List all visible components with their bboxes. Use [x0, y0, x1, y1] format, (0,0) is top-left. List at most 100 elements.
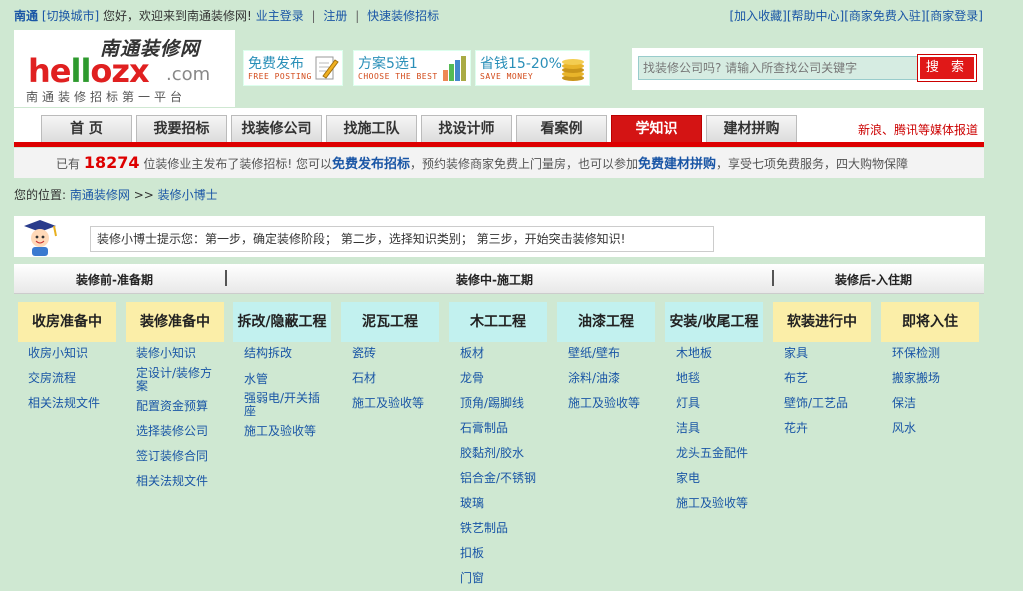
nav-tab-find-team[interactable]: 找施工队	[326, 115, 417, 142]
knowledge-link[interactable]: 施工及验收等	[244, 425, 324, 438]
promo-choose-best[interactable]: 方案5选1 CHOOSE THE BEST	[353, 50, 471, 86]
knowledge-link[interactable]: 环保检测	[892, 347, 972, 360]
nav-tab-cases[interactable]: 看案例	[516, 115, 607, 142]
doctor-mascot-icon	[24, 220, 57, 256]
category-renovation-prep[interactable]: 装修准备中	[126, 302, 224, 342]
knowledge-link[interactable]: 家电	[676, 472, 756, 485]
knowledge-link[interactable]: 板材	[460, 347, 540, 360]
knowledge-link[interactable]: 壁纸/壁布	[568, 347, 648, 360]
search-input[interactable]: 找装修公司吗? 请输入所查找公司关键字	[638, 56, 918, 80]
greeting-text: 您好，欢迎来到南通装修网!	[103, 9, 252, 23]
category-installation[interactable]: 安装/收尾工程	[665, 302, 763, 342]
promo-subtitle: CHOOSE THE BEST	[358, 72, 438, 81]
site-logo[interactable]: 南通装修网 hellozx .com 南通装修招标第一平台	[14, 30, 235, 107]
register-link[interactable]: 注册	[323, 9, 347, 23]
knowledge-link[interactable]: 胶黏剂/胶水	[460, 447, 540, 460]
knowledge-link[interactable]: 石膏制品	[460, 422, 540, 435]
category-soft-decoration[interactable]: 软装进行中	[773, 302, 871, 342]
category-moving-in[interactable]: 即将入住	[881, 302, 979, 342]
nav-tab-learn[interactable]: 学知识	[611, 115, 702, 142]
main-nav: 首 页 我要招标 找装修公司 找施工队 找设计师 看案例 学知识 建材拼购 新浪…	[14, 108, 984, 147]
category-masonry[interactable]: 泥瓦工程	[341, 302, 439, 342]
owner-login-link[interactable]: 业主登录	[256, 9, 304, 23]
bar-chart-icon	[443, 56, 466, 81]
logo-domain: .com	[166, 64, 211, 85]
knowledge-link[interactable]: 收房小知识	[28, 347, 108, 360]
knowledge-link[interactable]: 相关法规文件	[28, 397, 108, 410]
knowledge-link[interactable]: 施工及验收等	[352, 397, 432, 410]
knowledge-link[interactable]: 石材	[352, 372, 432, 385]
pencil-paper-icon	[315, 56, 339, 80]
promo-free-posting[interactable]: 免费发布 FREE POSTING	[243, 50, 343, 86]
knowledge-link[interactable]: 洁具	[676, 422, 756, 435]
nav-tab-find-designer[interactable]: 找设计师	[421, 115, 512, 142]
knowledge-link[interactable]: 保洁	[892, 397, 972, 410]
knowledge-link[interactable]: 瓷砖	[352, 347, 432, 360]
knowledge-link[interactable]: 壁饰/工艺品	[784, 397, 864, 410]
nav-tab-tender[interactable]: 我要招标	[136, 115, 227, 142]
knowledge-link[interactable]: 龙头五金配件	[676, 447, 766, 460]
knowledge-link[interactable]: 布艺	[784, 372, 864, 385]
knowledge-link[interactable]: 风水	[892, 422, 972, 435]
switch-city-link[interactable]: [切换城市]	[42, 9, 99, 23]
search-button[interactable]: 搜 索	[917, 54, 977, 82]
knowledge-link[interactable]: 配置资金预算	[136, 400, 216, 413]
knowledge-link[interactable]: 木地板	[676, 347, 756, 360]
knowledge-link[interactable]: 强弱电/开关插座	[244, 392, 324, 418]
nav-tab-home[interactable]: 首 页	[41, 115, 132, 142]
tip-bar: 装修小博士提示您：第一步，确定装修阶段； 第二步，选择知识类别； 第三步，开始突…	[14, 216, 985, 257]
category-carpentry[interactable]: 木工工程	[449, 302, 547, 342]
knowledge-link[interactable]: 施工及验收等	[568, 397, 648, 410]
knowledge-link[interactable]: 家具	[784, 347, 864, 360]
breadcrumb-current[interactable]: 装修小博士	[158, 188, 218, 202]
promo-save-money[interactable]: 省钱15-20% SAVE MONEY	[475, 50, 590, 86]
merchant-login-link[interactable]: [商家登录]	[926, 9, 983, 23]
category-painting[interactable]: 油漆工程	[557, 302, 655, 342]
logo-en-name: hellozx	[28, 52, 150, 90]
top-bar: 南通 [切换城市] 您好，欢迎来到南通装修网! 业主登录 | 注册 | 快速装修…	[14, 9, 983, 23]
knowledge-link[interactable]: 定设计/装修方案	[136, 367, 216, 393]
knowledge-link[interactable]: 水管	[244, 373, 324, 386]
knowledge-link[interactable]: 门窗	[460, 572, 540, 585]
knowledge-link[interactable]: 铁艺制品	[460, 522, 540, 535]
phase-after[interactable]: 装修后-入住期	[835, 271, 912, 288]
knowledge-link[interactable]: 涂料/油漆	[568, 372, 648, 385]
tip-text: 装修小博士提示您：第一步，确定装修阶段； 第二步，选择知识类别； 第三步，开始突…	[90, 226, 714, 252]
help-center-link[interactable]: [帮助中心]	[787, 9, 844, 23]
knowledge-link[interactable]: 装修小知识	[136, 347, 216, 360]
knowledge-link[interactable]: 龙骨	[460, 372, 540, 385]
phase-during[interactable]: 装修中-施工期	[456, 271, 533, 288]
phase-before[interactable]: 装修前-准备期	[76, 271, 153, 288]
quick-tender-link[interactable]: 快速装修招标	[367, 9, 439, 23]
knowledge-link[interactable]: 施工及验收等	[676, 497, 756, 510]
search-area: 找装修公司吗? 请输入所查找公司关键字 搜 索	[632, 48, 983, 90]
knowledge-link[interactable]: 花卉	[784, 422, 864, 435]
free-posting-link[interactable]: 免费发布招标	[332, 157, 410, 172]
tender-count: 18274	[83, 153, 140, 172]
category-demolition[interactable]: 拆改/隐蔽工程	[233, 302, 331, 342]
add-favorite-link[interactable]: [加入收藏]	[730, 9, 787, 23]
free-group-buy-link[interactable]: 免费建材拼购	[638, 157, 716, 172]
media-report-link[interactable]: 新浪、腾讯等媒体报道	[858, 121, 978, 138]
knowledge-link[interactable]: 顶角/踢脚线	[460, 397, 540, 410]
category-house-receipt[interactable]: 收房准备中	[18, 302, 116, 342]
merchant-join-link[interactable]: [商家免费入驻]	[844, 9, 925, 23]
current-city: 南通	[14, 9, 39, 23]
nav-tab-group-buy[interactable]: 建材拼购	[706, 115, 797, 142]
knowledge-link[interactable]: 选择装修公司	[136, 425, 216, 438]
nav-tab-find-company[interactable]: 找装修公司	[231, 115, 322, 142]
knowledge-link[interactable]: 地毯	[676, 372, 756, 385]
knowledge-link[interactable]: 玻璃	[460, 497, 540, 510]
knowledge-link[interactable]: 交房流程	[28, 372, 108, 385]
knowledge-link[interactable]: 搬家搬场	[892, 372, 972, 385]
promo-subtitle: SAVE MONEY	[480, 72, 534, 81]
knowledge-link[interactable]: 相关法规文件	[136, 475, 216, 488]
knowledge-link[interactable]: 结构拆改	[244, 347, 324, 360]
knowledge-link[interactable]: 签订装修合同	[136, 450, 216, 463]
knowledge-link[interactable]: 铝合金/不锈钢	[460, 472, 550, 485]
knowledge-link[interactable]: 扣板	[460, 547, 540, 560]
breadcrumb-home[interactable]: 南通装修网	[70, 188, 130, 202]
knowledge-link[interactable]: 灯具	[676, 397, 756, 410]
breadcrumb: 您的位置: 南通装修网 >> 装修小博士	[14, 188, 218, 202]
promo-title: 免费发布	[248, 56, 304, 72]
